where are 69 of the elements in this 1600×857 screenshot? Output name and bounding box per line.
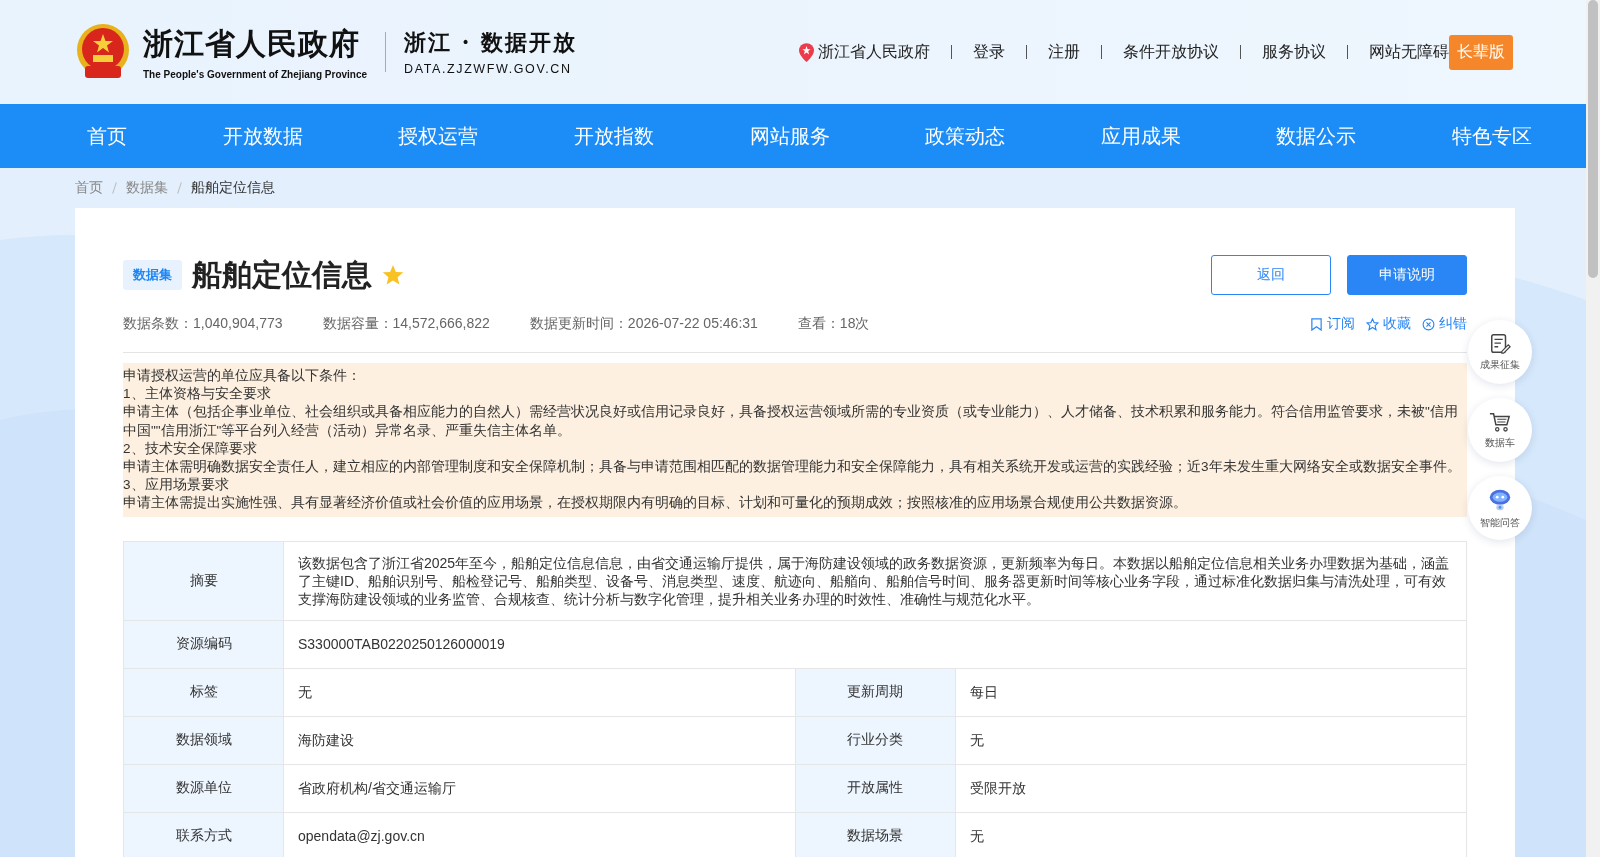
nav-item[interactable]: 网站服务 [749,122,830,150]
header-link[interactable]: 登录 [973,41,1005,63]
field-value: 无 [955,812,1467,857]
favorite-link[interactable]: 收藏 [1366,315,1411,333]
star-outline-icon [1366,317,1379,331]
nav-item[interactable]: 政策动态 [925,122,1006,150]
nav-item[interactable]: 开放指数 [573,122,654,150]
portal-url: DATA.ZJZWFW.GOV.CN [404,62,573,76]
field-value: 海防建设 [284,716,796,765]
dataset-stat: 查看：18次 [797,315,870,333]
nav-item[interactable]: 授权运营 [398,122,479,150]
header-link[interactable]: 服务协议 [1262,41,1326,63]
header-link[interactable]: 条件开放协议 [1123,41,1219,63]
location-pin-icon [799,42,814,62]
field-value: 省政府机构/省交通运输厅 [284,764,796,813]
field-label: 标签 [124,668,284,717]
back-button[interactable]: 返回 [1211,255,1331,295]
field-value: opendata@zj.gov.cn [284,812,796,857]
notice-text: 申请主体（包括企事业单位、社会组织或具备相应能力的自然人）需经营状况良好或信用记录良好，具备授权运营领域所需的专业资质（或专业能力）、人才储备、技术积累和服务能力。符合信用监管要求，未被"信用中国""信用浙江"等平台列入经营（活动）异常名录、严重失信主体名单。 [123,403,1459,440]
breadcrumb-link[interactable]: 船舶定位信息 [191,179,275,197]
field-label: 更新周期 [795,668,956,717]
field-value: 该数据包含了浙江省2025年至今，船舶定位信息信息，由省交通运输厅提供，属于海防建设领域的政务数据资源，更新频率为每日。本数据以船舶定位信息相关业务办理数据为基础，涵盖了主键ID、船舶识别号、船检登记号、船舶类型、设备号、消息类型、速度、航迹向、船艏向、船舶信号时间、服务器更新时间等核心业务字段，通过标准化数据归集与清洗处理，可有效支撑海防建设领域的业务监管、合规核查、统计分析与数字化管理，提升相关业务办理的时效性、准确性与规范化水平。 [284,541,1467,621]
field-label: 数源单位 [124,764,284,813]
field-value: 无 [955,716,1467,765]
field-value: 受限开放 [955,764,1467,813]
scrollbar[interactable] [1586,0,1600,857]
nav-item[interactable]: 数据公示 [1276,122,1357,150]
site-name: 浙江省人民政府 [143,25,361,63]
nav-item[interactable]: 应用成果 [1100,122,1181,150]
field-value: 无 [284,668,796,717]
site-name-english: The People's Government of Zhejiang Province [143,69,368,80]
notice-text: 申请授权运营的单位应具备以下条件： [123,367,362,385]
dataset-stat: 数据条数：1,040,904,773 [123,315,283,333]
field-label: 数据领域 [124,716,284,765]
nav-item[interactable]: 首页 [87,122,127,150]
report-link[interactable]: 纠错 [1422,315,1467,333]
dataset-title: 船舶定位信息 [192,256,372,293]
nav-item[interactable]: 开放数据 [222,122,303,150]
field-label: 数据场景 [795,812,956,857]
header-link[interactable]: 注册 [1048,41,1080,63]
notice-text: 1、主体资格与安全要求 [123,385,272,404]
circle-x-icon [1422,317,1435,331]
notice-text: 3、应用场景要求 [123,476,230,495]
notice-text: 申请主体需明确数据安全责任人，建立相应的内部管理制度和安全保障机制；具备与申请范围相匹配的数据管理能力和安全保障能力，具有相关系统开发或运营的实践经验；近3年未发生重大网络安全或数据安全事件。 [123,458,1462,476]
field-label: 行业分类 [795,716,956,765]
field-label: 摘要 [124,541,284,621]
notice-text: 申请主体需提出实施性强、具有显著经济价值或社会价值的应用场景，在授权期限内有明确的目标、计划和可量化的预期成效；按照核准的应用场景合规使用公共数据资源。 [123,494,1188,513]
breadcrumb-link[interactable]: 首页 [75,179,103,197]
field-label: 联系方式 [124,812,284,857]
header-link[interactable]: 网站无障碍 [1369,41,1449,63]
document-edit-icon [1489,332,1511,355]
nav-item[interactable]: 特色专区 [1452,122,1532,150]
field-label: 资源编码 [124,620,284,669]
apply-info-button[interactable]: 申请说明 [1347,255,1467,295]
star-icon[interactable] [382,264,404,286]
notice-text: 2、技术安全保障要求 [123,439,258,458]
field-label: 开放属性 [795,764,956,813]
dataset-stat: 数据容量：14,572,666,822 [322,315,490,333]
subscribe-link[interactable]: 订阅 [1310,315,1355,333]
elder-mode-button[interactable]: 长辈版 [1449,34,1513,70]
field-value: 每日 [955,668,1467,717]
bookmark-icon [1310,317,1323,331]
field-value: S330000TAB0220250126000019 [284,620,1467,669]
breadcrumb-link[interactable]: 数据集 [126,179,168,197]
header-link[interactable]: 浙江省人民政府 [818,41,930,63]
cart-icon [1489,410,1511,433]
dataset-stat: 数据更新时间：2026-07-22 05:46:31 [529,315,758,333]
portal-name: 浙江 · 数据开放 [404,28,578,57]
dataset-tag: 数据集 [123,260,182,290]
